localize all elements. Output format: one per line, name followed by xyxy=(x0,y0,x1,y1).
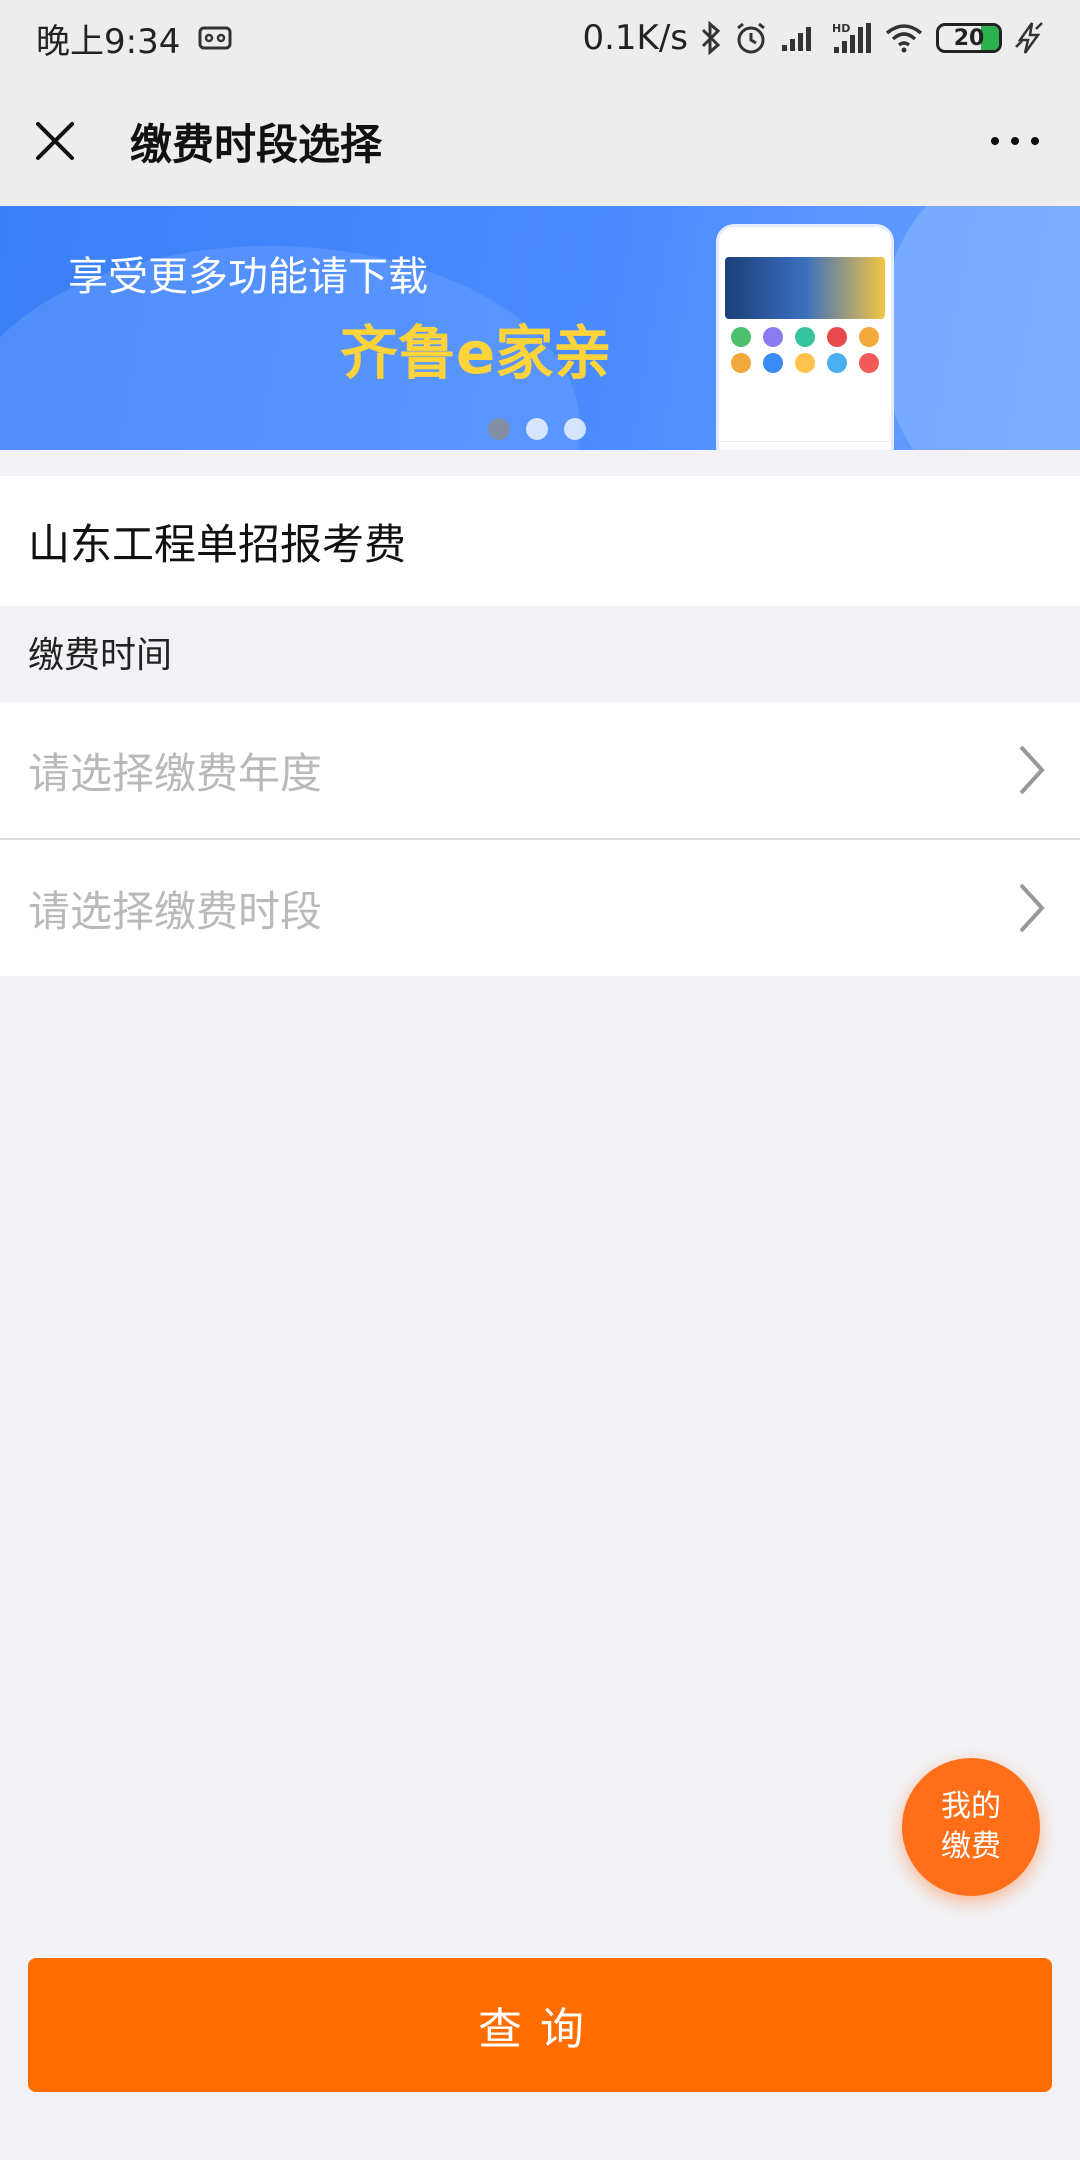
status-time: 晚上9:34 xyxy=(36,21,181,62)
pager-dot[interactable] xyxy=(526,418,548,440)
banner-decoration xyxy=(880,206,1080,450)
my-payments-label-line1: 我的 xyxy=(941,1789,1001,1824)
my-payments-button[interactable]: 我的 缴费 xyxy=(902,1758,1040,1896)
charging-icon xyxy=(1014,21,1044,55)
network-speed: 0.1K/s xyxy=(582,18,688,58)
wifi-icon xyxy=(884,23,924,53)
battery-icon: 20 xyxy=(936,23,1002,53)
close-icon[interactable] xyxy=(30,116,80,166)
banner-app-name: 齐鲁e家亲 xyxy=(340,319,612,387)
more-icon[interactable] xyxy=(980,116,1050,166)
my-payments-label-line2: 缴费 xyxy=(941,1829,1001,1864)
section-label: 缴费时间 xyxy=(28,635,173,676)
banner-subtitle: 享受更多功能请下载 xyxy=(68,254,428,300)
alarm-icon xyxy=(734,21,768,55)
bluetooth-icon xyxy=(700,21,722,55)
hd-signal-icon: HD xyxy=(830,21,872,55)
query-button-label: 查询 xyxy=(478,2004,602,2055)
year-select-placeholder: 请选择缴费年度 xyxy=(28,748,323,798)
nav-bar: 缴费时段选择 xyxy=(0,76,1080,206)
year-select[interactable]: 请选择缴费年度 xyxy=(0,702,1080,838)
promo-banner[interactable]: 享受更多功能请下载 齐鲁e家亲 xyxy=(0,206,1080,450)
payment-item-title: 山东工程单招报考费 xyxy=(0,476,1080,606)
pager-dot[interactable] xyxy=(488,418,510,440)
chevron-right-icon xyxy=(1012,742,1052,798)
battery-level: 20 xyxy=(953,25,985,51)
svg-text:HD: HD xyxy=(832,22,850,35)
period-select[interactable]: 请选择缴费时段 xyxy=(0,840,1080,976)
phone-mockup-image xyxy=(716,224,894,450)
signal-icon xyxy=(780,23,818,53)
chevron-right-icon xyxy=(1012,880,1052,936)
page-title: 缴费时段选择 xyxy=(130,119,383,169)
vr-icon xyxy=(198,25,232,51)
banner-pager[interactable] xyxy=(488,418,586,440)
status-bar: 晚上9:34 0.1K/s HD 20 xyxy=(0,0,1080,76)
period-select-placeholder: 请选择缴费时段 xyxy=(28,886,323,936)
query-button[interactable]: 查询 xyxy=(28,1958,1052,2092)
pager-dot[interactable] xyxy=(564,418,586,440)
